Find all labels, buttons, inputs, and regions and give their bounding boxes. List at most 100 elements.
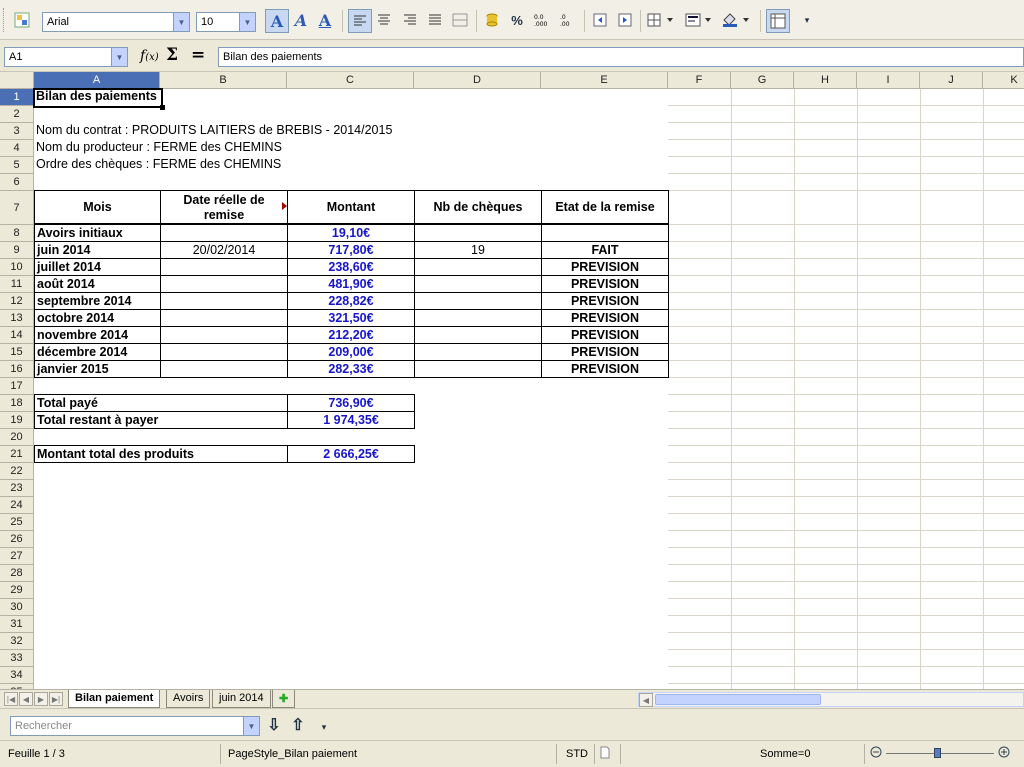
- table-cell-montant[interactable]: 209,00€: [287, 343, 415, 361]
- chevron-down-icon[interactable]: ▼: [111, 48, 127, 66]
- tab-juin-2014[interactable]: juin 2014: [212, 690, 271, 708]
- column-header-h[interactable]: H: [794, 72, 857, 89]
- row-header-34[interactable]: 34: [0, 667, 34, 684]
- zoom-out-icon[interactable]: [870, 746, 882, 761]
- cell-a5-cheque-order[interactable]: Ordre des chèques : FERME des CHEMINS: [36, 157, 281, 171]
- row-header-24[interactable]: 24: [0, 497, 34, 514]
- row-header-1[interactable]: 1: [0, 89, 34, 106]
- toolbar-overflow-icon[interactable]: ▾: [314, 717, 334, 737]
- header-montant[interactable]: Montant: [287, 190, 415, 224]
- table-cell-nb[interactable]: [414, 292, 542, 310]
- table-cell-nb[interactable]: [414, 360, 542, 378]
- add-sheet-icon[interactable]: ✚: [272, 690, 296, 708]
- table-cell-mois[interactable]: septembre 2014: [34, 292, 161, 310]
- row-header-31[interactable]: 31: [0, 616, 34, 633]
- borders-icon[interactable]: [646, 10, 678, 30]
- table-cell-mois[interactable]: août 2014: [34, 275, 161, 293]
- column-header-e[interactable]: E: [541, 72, 668, 89]
- table-cell-date[interactable]: [160, 360, 288, 378]
- find-previous-icon[interactable]: ⇧: [288, 715, 308, 735]
- table-cell-etat[interactable]: PREVISION: [541, 275, 669, 293]
- increase-indent-icon[interactable]: [615, 10, 635, 30]
- sum-icon[interactable]: Σ: [166, 45, 178, 65]
- table-cell-etat[interactable]: PREVISION: [541, 343, 669, 361]
- table-cell-date[interactable]: [160, 224, 288, 242]
- table-cell-date[interactable]: [160, 326, 288, 344]
- italic-icon[interactable]: A: [291, 10, 311, 30]
- table-cell-nb[interactable]: [414, 343, 542, 361]
- row-header-14[interactable]: 14: [0, 327, 34, 344]
- table-cell-mois[interactable]: octobre 2014: [34, 309, 161, 327]
- scroll-left-icon[interactable]: ◀: [639, 693, 653, 707]
- table-cell-mois[interactable]: Avoirs initiaux: [34, 224, 161, 242]
- chevron-down-icon[interactable]: ▼: [243, 717, 259, 735]
- spreadsheet-grid[interactable]: ABCDEFGHIJK 1 2 3 4 5 6 7 8 9 10 11 12 13 14 15 16 17 18 1…: [0, 72, 1024, 689]
- table-cell-montant[interactable]: 282,33€: [287, 360, 415, 378]
- background-color-icon[interactable]: [720, 10, 756, 30]
- column-header-d[interactable]: D: [414, 72, 541, 89]
- column-header-c[interactable]: C: [287, 72, 414, 89]
- table-cell-montant[interactable]: 228,82€: [287, 292, 415, 310]
- header-nb-cheques[interactable]: Nb de chèques: [414, 190, 542, 224]
- row-header-22[interactable]: 22: [0, 463, 34, 480]
- select-all-corner[interactable]: [0, 72, 34, 89]
- table-cell-etat[interactable]: PREVISION: [541, 292, 669, 310]
- row-header-20[interactable]: 20: [0, 429, 34, 446]
- merge-cells-icon[interactable]: [450, 10, 470, 30]
- column-header-j[interactable]: J: [920, 72, 983, 89]
- table-cell-mois[interactable]: novembre 2014: [34, 326, 161, 344]
- table-cell-nb[interactable]: 19: [414, 241, 542, 259]
- cell-a3-contract[interactable]: Nom du contrat : PRODUITS LAITIERS de BR…: [36, 123, 392, 137]
- header-mois[interactable]: Mois: [34, 190, 161, 224]
- table-cell-mois[interactable]: juin 2014: [34, 241, 161, 259]
- table-cell-nb[interactable]: [414, 326, 542, 344]
- row-header-11[interactable]: 11: [0, 276, 34, 293]
- row-header-21[interactable]: 21: [0, 446, 34, 463]
- table-cell-mois[interactable]: janvier 2015: [34, 360, 161, 378]
- toolbar-handle[interactable]: [3, 8, 6, 32]
- row-header-12[interactable]: 12: [0, 293, 34, 310]
- table-cell-nb[interactable]: [414, 275, 542, 293]
- header-date[interactable]: Date réelle de remise: [160, 190, 288, 224]
- row-header-30[interactable]: 30: [0, 599, 34, 616]
- row-header-27[interactable]: 27: [0, 548, 34, 565]
- row-header-10[interactable]: 10: [0, 259, 34, 276]
- row-header-5[interactable]: 5: [0, 157, 34, 174]
- gridlines-icon[interactable]: [766, 9, 790, 33]
- column-header-b[interactable]: B: [160, 72, 287, 89]
- bold-icon[interactable]: A: [265, 9, 289, 33]
- font-size-combo[interactable]: 10 ▼: [196, 12, 256, 32]
- function-wizard-icon[interactable]: f(x): [140, 48, 159, 64]
- styles-icon[interactable]: [12, 10, 32, 30]
- row-header-23[interactable]: 23: [0, 480, 34, 497]
- column-header-a[interactable]: A: [34, 72, 160, 89]
- row-header-25[interactable]: 25: [0, 514, 34, 531]
- row-header-2[interactable]: 2: [0, 106, 34, 123]
- prev-sheet-icon[interactable]: ◀: [19, 692, 33, 706]
- header-etat[interactable]: Etat de la remise: [541, 190, 669, 224]
- total-paye-value[interactable]: 736,90€: [287, 394, 415, 412]
- tab-bilan-paiement[interactable]: Bilan paiement: [68, 690, 161, 708]
- row-header-32[interactable]: 32: [0, 633, 34, 650]
- row-header-15[interactable]: 15: [0, 344, 34, 361]
- table-cell-mois[interactable]: décembre 2014: [34, 343, 161, 361]
- total-restant-value[interactable]: 1 974,35€: [287, 411, 415, 429]
- percent-icon[interactable]: %: [507, 10, 527, 30]
- table-cell-mois[interactable]: juillet 2014: [34, 258, 161, 276]
- montant-total-label[interactable]: Montant total des produits: [34, 445, 288, 463]
- row-header-18[interactable]: 18: [0, 395, 34, 412]
- table-cell-date[interactable]: [160, 292, 288, 310]
- formula-input[interactable]: Bilan des paiements: [218, 47, 1024, 67]
- scrollbar-thumb[interactable]: [655, 694, 821, 705]
- decrease-indent-icon[interactable]: [590, 10, 610, 30]
- column-header-f[interactable]: F: [668, 72, 731, 89]
- row-header-33[interactable]: 33: [0, 650, 34, 667]
- table-cell-etat[interactable]: PREVISION: [541, 258, 669, 276]
- row-header-4[interactable]: 4: [0, 140, 34, 157]
- table-cell-date[interactable]: [160, 275, 288, 293]
- table-cell-montant[interactable]: 238,60€: [287, 258, 415, 276]
- fill-handle[interactable]: [160, 105, 165, 110]
- total-restant-label[interactable]: Total restant à payer: [34, 411, 288, 429]
- last-sheet-icon[interactable]: ▶|: [49, 692, 63, 706]
- table-cell-montant[interactable]: 212,20€: [287, 326, 415, 344]
